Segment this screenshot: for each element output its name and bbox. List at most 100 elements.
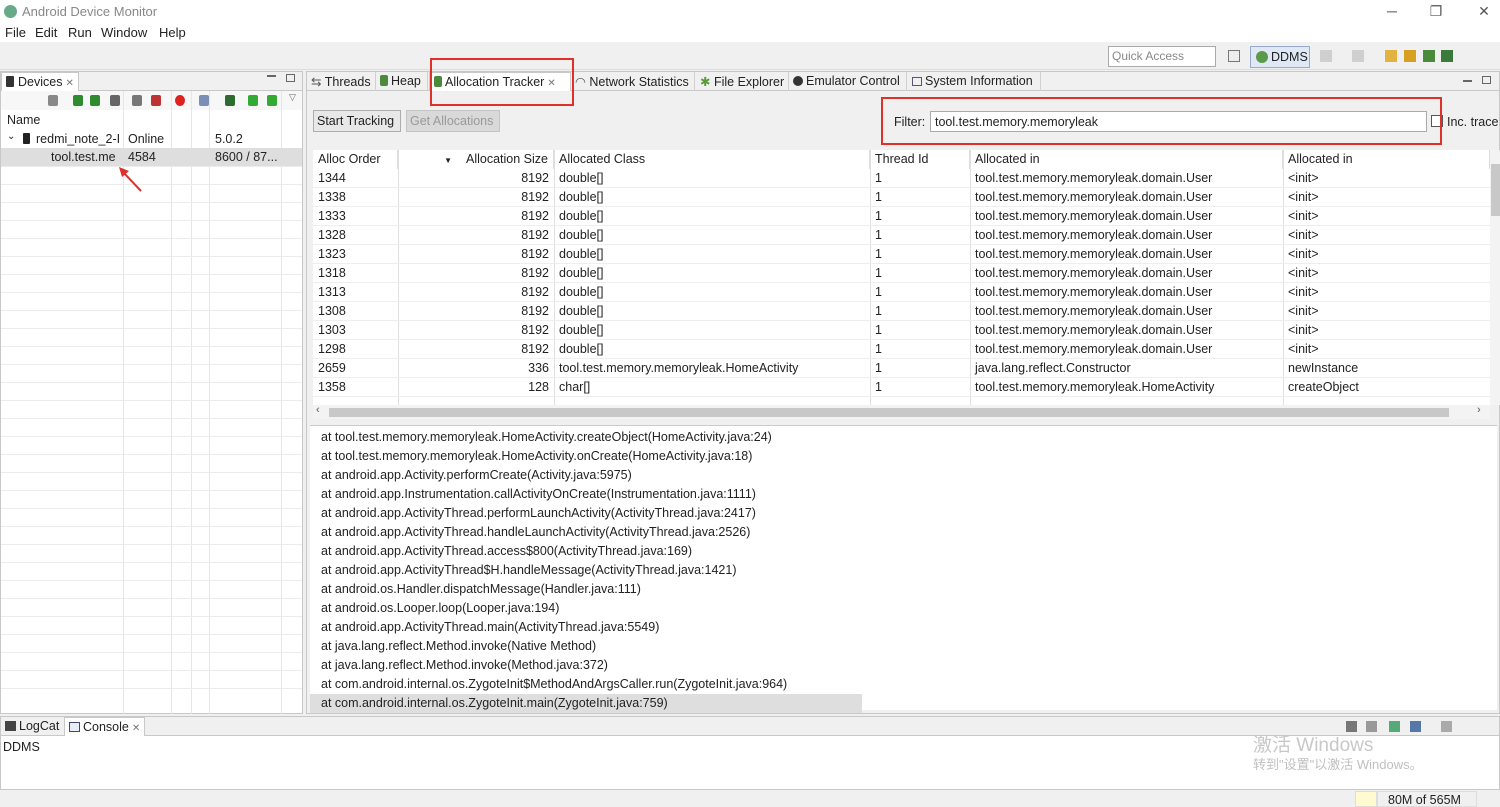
cell-allocated-in-class[interactable]: tool.test.memory.memoryleak.domain.User [970,207,1283,226]
toolbar-icon-3[interactable] [1385,50,1397,62]
cell-allocated-class[interactable]: char[] [554,378,870,397]
hscroll-thumb[interactable] [329,408,1449,417]
ddms-perspective-button[interactable]: DDMS [1250,46,1310,68]
cell-allocated-class[interactable]: double[] [554,188,870,207]
cell-thread-id[interactable]: 1 [870,188,970,207]
cell-allocated-in-class[interactable]: tool.test.memory.memoryleak.domain.User [970,264,1283,283]
cell-alloc-order[interactable]: 1344 [313,169,398,188]
start-tracking-button[interactable]: Start Tracking [313,110,401,132]
scroll-right-icon[interactable]: › [1477,404,1481,416]
scroll-left-icon[interactable]: ‹ [316,404,320,416]
device-row[interactable]: ⌄ redmi_note_2-I Online 5.0.2 [1,130,302,148]
cell-allocated-in-method[interactable]: <init> [1283,207,1490,226]
cell-thread-id[interactable]: 1 [870,302,970,321]
tab-system-information[interactable]: System Information [908,72,1041,91]
horizontal-scrollbar[interactable]: ‹ › [313,404,1490,419]
stack-trace-line[interactable]: at java.lang.reflect.Method.invoke(Metho… [310,656,862,675]
col-allocation-size[interactable]: ▼ Allocation Size [398,150,554,169]
cell-allocated-class[interactable]: double[] [554,264,870,283]
cell-allocated-class[interactable]: double[] [554,245,870,264]
cell-alloc-order[interactable]: 1333 [313,207,398,226]
cell-alloc-order[interactable]: 1323 [313,245,398,264]
toolbar-icon-6[interactable] [1441,50,1453,62]
tab-heap[interactable]: Heap [376,72,428,91]
cell-thread-id[interactable]: 1 [870,207,970,226]
cell-allocated-in-class[interactable]: tool.test.memory.memoryleak.domain.User [970,283,1283,302]
cell-thread-id[interactable]: 1 [870,340,970,359]
stack-trace-line[interactable]: at android.app.ActivityThread.handleLaun… [310,523,862,542]
cell-allocation-size[interactable]: 8192 [398,188,554,207]
tab-devices[interactable]: Devices ✕ [1,72,79,91]
col-allocated-class[interactable]: Allocated Class [554,150,870,169]
cell-allocated-in-method[interactable]: <init> [1283,283,1490,302]
minimize-button[interactable]: ─ [1382,2,1402,20]
cell-allocated-class[interactable]: double[] [554,283,870,302]
cell-allocation-size[interactable]: 8192 [398,340,554,359]
tab-threads[interactable]: ⇆ Threads [307,72,376,91]
close-icon[interactable]: ✕ [132,723,140,734]
cell-alloc-order[interactable]: 2659 [313,359,398,378]
cell-allocated-in-method[interactable]: <init> [1283,245,1490,264]
stack-trace-line[interactable]: at com.android.internal.os.ZygoteInit$Me… [310,675,862,694]
cell-alloc-order[interactable]: 1328 [313,226,398,245]
cell-allocated-in-method[interactable]: <init> [1283,321,1490,340]
minimize-view-icon[interactable] [1463,80,1472,82]
cell-allocated-in-class[interactable]: java.lang.reflect.Constructor [970,359,1283,378]
cell-alloc-order[interactable]: 1358 [313,378,398,397]
col-allocated-in-method[interactable]: Allocated in [1283,150,1490,169]
cell-thread-id[interactable]: 1 [870,169,970,188]
maximize-view-icon[interactable] [1482,76,1491,84]
cell-allocation-size[interactable]: 128 [398,378,554,397]
toolbar-icon-1[interactable] [1320,50,1332,62]
cell-allocation-size[interactable]: 8192 [398,321,554,340]
cell-allocated-in-method[interactable]: <init> [1283,169,1490,188]
cell-allocated-in-method[interactable]: <init> [1283,340,1490,359]
close-icon[interactable]: ✕ [65,78,73,89]
menu-window[interactable]: Window [101,25,147,40]
stack-trace-line[interactable]: at android.app.ActivityThread.performLau… [310,504,862,523]
cell-allocated-in-class[interactable]: tool.test.memory.memoryleak.domain.User [970,340,1283,359]
cell-allocated-in-class[interactable]: tool.test.memory.memoryleak.domain.User [970,321,1283,340]
menu-file[interactable]: File [5,25,26,40]
menu-run[interactable]: Run [68,25,92,40]
cell-allocated-in-class[interactable]: tool.test.memory.memoryleak.domain.User [970,302,1283,321]
cell-allocation-size[interactable]: 8192 [398,302,554,321]
toolbar-icon-2[interactable] [1352,50,1364,62]
pin-console-icon[interactable] [1389,721,1400,732]
cell-allocation-size[interactable]: 8192 [398,207,554,226]
quick-access-input[interactable]: Quick Access [1108,46,1216,67]
menu-help[interactable]: Help [159,25,186,40]
cell-allocated-class[interactable]: double[] [554,340,870,359]
stack-trace-line[interactable]: at android.app.ActivityThread.access$800… [310,542,862,561]
toolbar-icon-4[interactable] [1404,50,1416,62]
vertical-scrollbar[interactable] [1490,150,1500,405]
tab-emulator-control[interactable]: Emulator Control [789,72,907,91]
cell-allocated-in-method[interactable]: newInstance [1283,359,1490,378]
get-allocations-button[interactable]: Get Allocations [406,110,500,132]
cell-thread-id[interactable]: 1 [870,378,970,397]
tab-file-explorer[interactable]: ✱ File Explorer [696,72,789,91]
cell-allocated-in-method[interactable]: <init> [1283,302,1490,321]
col-thread-id[interactable]: Thread Id [870,150,970,169]
cell-allocation-size[interactable]: 8192 [398,245,554,264]
cell-allocation-size[interactable]: 8192 [398,283,554,302]
cell-thread-id[interactable]: 1 [870,283,970,302]
stack-trace-line[interactable]: at android.os.Looper.loop(Looper.java:19… [310,599,862,618]
cell-allocated-class[interactable]: double[] [554,302,870,321]
stack-trace-line[interactable]: at android.os.Handler.dispatchMessage(Ha… [310,580,862,599]
tab-logcat[interactable]: LogCat [1,717,63,736]
cell-alloc-order[interactable]: 1298 [313,340,398,359]
open-console-icon[interactable] [1441,721,1452,732]
cell-allocated-in-class[interactable]: tool.test.memory.memoryleak.HomeActivity [970,378,1283,397]
cell-allocated-in-class[interactable]: tool.test.memory.memoryleak.domain.User [970,245,1283,264]
cell-thread-id[interactable]: 1 [870,264,970,283]
tab-network-statistics[interactable]: ◠ Network Statistics [571,72,695,91]
stack-trace-line[interactable]: at com.android.internal.os.ZygoteInit.ma… [310,694,862,713]
cell-allocated-in-class[interactable]: tool.test.memory.memoryleak.domain.User [970,226,1283,245]
cell-allocated-class[interactable]: tool.test.memory.memoryleak.HomeActivity [554,359,870,378]
scrollbar-thumb[interactable] [1491,164,1500,216]
stack-trace-line[interactable]: at android.app.Instrumentation.callActiv… [310,485,862,504]
col-allocated-in-class[interactable]: Allocated in [970,150,1283,169]
cell-alloc-order[interactable]: 1338 [313,188,398,207]
cell-alloc-order[interactable]: 1313 [313,283,398,302]
